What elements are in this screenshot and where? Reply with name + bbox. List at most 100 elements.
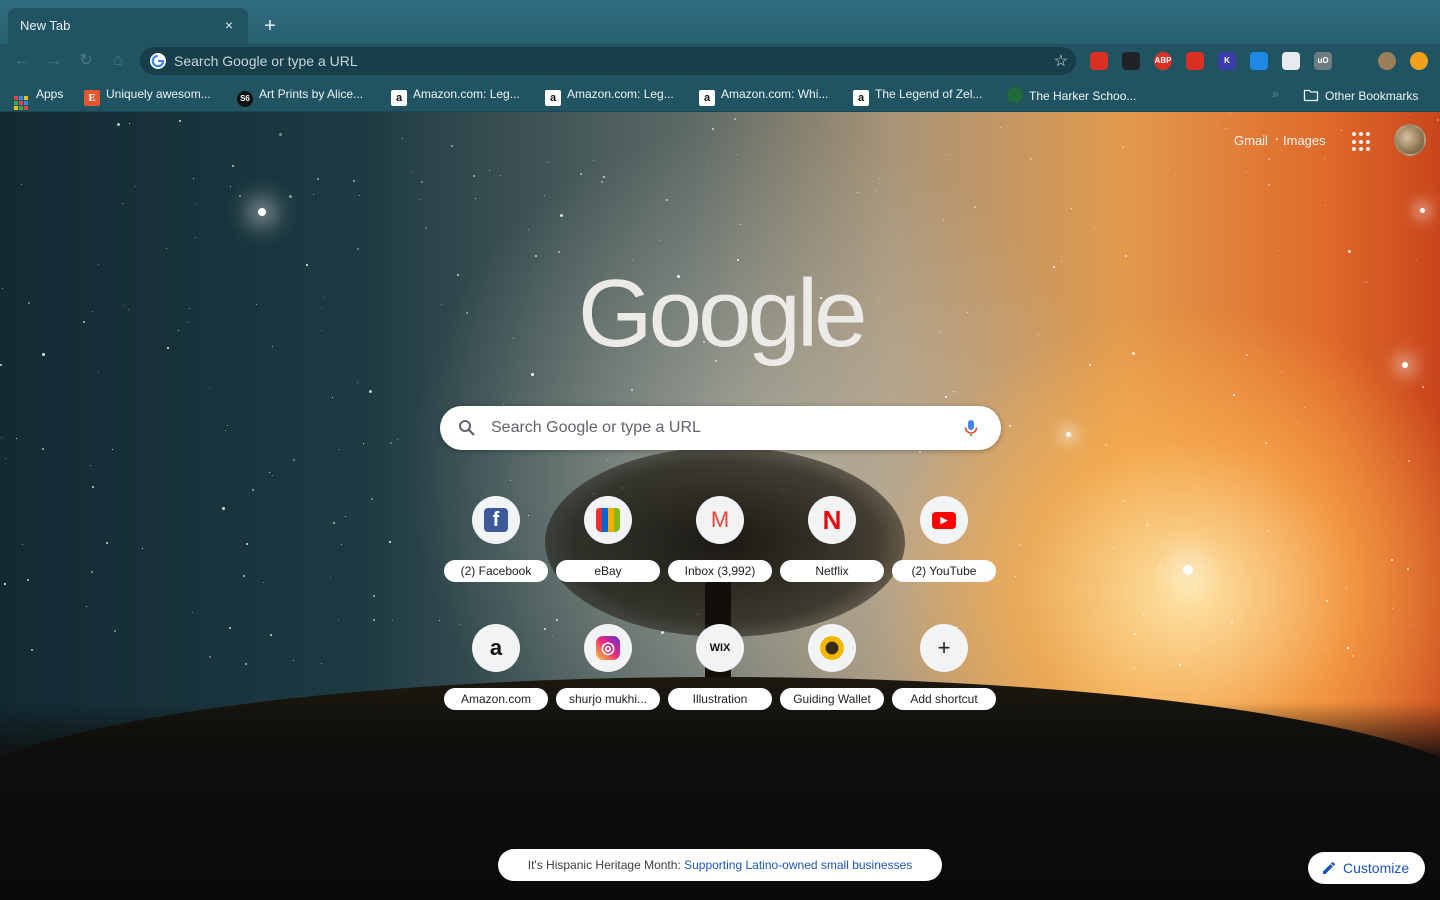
bookmark-label: Amazon.com: Whi... <box>721 87 829 101</box>
star <box>535 255 537 257</box>
k-extension-icon[interactable]: K <box>1218 52 1236 70</box>
star <box>500 175 501 176</box>
shortcut-tile[interactable]: a Amazon.com <box>444 624 556 736</box>
star <box>227 425 228 426</box>
adblock-plus-icon[interactable]: ABP <box>1154 52 1172 70</box>
star <box>425 227 427 229</box>
star <box>256 304 257 305</box>
account-avatar[interactable] <box>1394 124 1426 156</box>
star <box>369 390 372 393</box>
star <box>22 544 23 545</box>
voice-search-icon[interactable] <box>961 418 981 438</box>
bright-star <box>1420 208 1425 213</box>
shortcut-title: eBay <box>556 560 660 582</box>
bookmark-etsy[interactable]: E Uniquely awesom... <box>84 87 211 106</box>
ublock-shield-icon[interactable]: uO <box>1314 52 1332 70</box>
star <box>357 248 359 250</box>
shortcut-icon-bg: f <box>472 496 520 544</box>
tab-new-tab[interactable]: New Tab × <box>8 8 248 44</box>
star <box>560 214 563 217</box>
google-apps-icon[interactable] <box>1352 132 1372 152</box>
promo-text: It's Hispanic Heritage Month: <box>527 858 685 872</box>
star <box>269 472 270 473</box>
star <box>734 118 736 120</box>
pencil-icon <box>1323 862 1335 874</box>
reload-icon[interactable]: ↻ <box>76 51 96 71</box>
shortcut-tile[interactable]: eBay <box>556 496 668 608</box>
images-link[interactable]: Images <box>1283 133 1326 148</box>
shortcut-tile[interactable]: ◎ shurjo mukhi... <box>556 624 668 736</box>
shortcut-title: Illustration <box>668 688 772 710</box>
black-extension-icon[interactable] <box>1122 52 1140 70</box>
shortcut-tile[interactable]: ▶ (2) YouTube <box>892 496 1004 608</box>
red-hand-extension-icon[interactable] <box>1186 52 1204 70</box>
bookmark-apps[interactable]: Apps <box>14 87 63 110</box>
bookmark-amazon-4[interactable]: a The Legend of Zel... <box>853 87 982 106</box>
star <box>112 449 113 450</box>
shortcut-tile[interactable]: WIX Illustration <box>668 624 780 736</box>
star <box>192 612 193 613</box>
star <box>353 180 355 182</box>
star <box>439 620 440 621</box>
bright-star <box>258 208 266 216</box>
star <box>1032 469 1033 470</box>
shortcut-title: Inbox (3,992) <box>668 560 772 582</box>
star <box>942 116 943 117</box>
shortcut-tile[interactable]: ● Guiding Wallet <box>780 624 892 736</box>
bookmark-amazon-3[interactable]: a Amazon.com: Whi... <box>699 87 829 106</box>
star <box>736 154 737 155</box>
new-tab-button[interactable]: + <box>258 14 282 38</box>
star <box>953 391 954 392</box>
document-extension-icon[interactable] <box>1282 52 1300 70</box>
star <box>321 663 322 664</box>
star <box>1071 208 1072 209</box>
star <box>27 579 29 581</box>
omnibox[interactable]: Search Google or type a URL ☆ <box>140 47 1076 75</box>
back-icon[interactable]: ← <box>12 51 32 71</box>
home-icon[interactable]: ⌂ <box>108 51 128 71</box>
red-book-extension-icon[interactable] <box>1090 52 1108 70</box>
shortcut-title: (2) YouTube <box>892 560 996 582</box>
shortcut-tile[interactable]: M Inbox (3,992) <box>668 496 780 608</box>
star <box>245 663 247 665</box>
star <box>321 308 322 309</box>
customize-button[interactable]: Customize <box>1308 852 1425 884</box>
shortcut-tile[interactable]: f (2) Facebook <box>444 496 556 608</box>
star <box>1341 130 1342 131</box>
star <box>179 120 181 122</box>
bright-star <box>1183 565 1193 575</box>
star <box>1256 349 1257 350</box>
update-orange-icon[interactable] <box>1410 52 1428 70</box>
forward-icon[interactable]: → <box>44 51 64 71</box>
star <box>531 373 534 376</box>
star <box>475 198 476 199</box>
star <box>306 264 308 266</box>
bookmark-harker[interactable]: The Harker Schoo... <box>1007 87 1136 103</box>
amazon-icon: a <box>853 90 869 106</box>
star <box>246 543 248 545</box>
star <box>1196 448 1197 449</box>
bright-star <box>1066 432 1071 437</box>
star <box>389 541 391 543</box>
new-tab-page: Gmail Images Google Search Google or typ… <box>0 112 1440 900</box>
gmail-link[interactable]: Gmail <box>1234 133 1268 148</box>
shortcut-tile[interactable]: + Add shortcut <box>892 624 1004 736</box>
tab-close-icon[interactable]: × <box>220 16 238 34</box>
star <box>712 128 714 130</box>
search-box[interactable]: Search Google or type a URL <box>440 406 1001 450</box>
bookmark-other-bookmarks[interactable]: Other Bookmarks <box>1303 87 1418 103</box>
bookmarks-overflow-icon[interactable]: » <box>1272 87 1279 103</box>
bookmark-amazon-2[interactable]: a Amazon.com: Leg... <box>545 87 674 106</box>
bookmark-amazon-1[interactable]: a Amazon.com: Leg... <box>391 87 520 106</box>
puzzle-extensions-icon[interactable] <box>1346 52 1364 70</box>
star <box>98 264 99 265</box>
star <box>1246 171 1247 172</box>
profile-avatar-icon[interactable] <box>1378 52 1396 70</box>
promo-link[interactable]: Supporting Latino-owned small businesses <box>684 858 912 872</box>
star <box>879 178 880 179</box>
shortcut-tile[interactable]: N Netflix <box>780 496 892 608</box>
star <box>0 364 2 366</box>
bookmark-society6[interactable]: S6 Art Prints by Alice... <box>237 87 363 107</box>
blue-window-extension-icon[interactable] <box>1250 52 1268 70</box>
bookmark-star-icon[interactable]: ☆ <box>1054 51 1068 71</box>
